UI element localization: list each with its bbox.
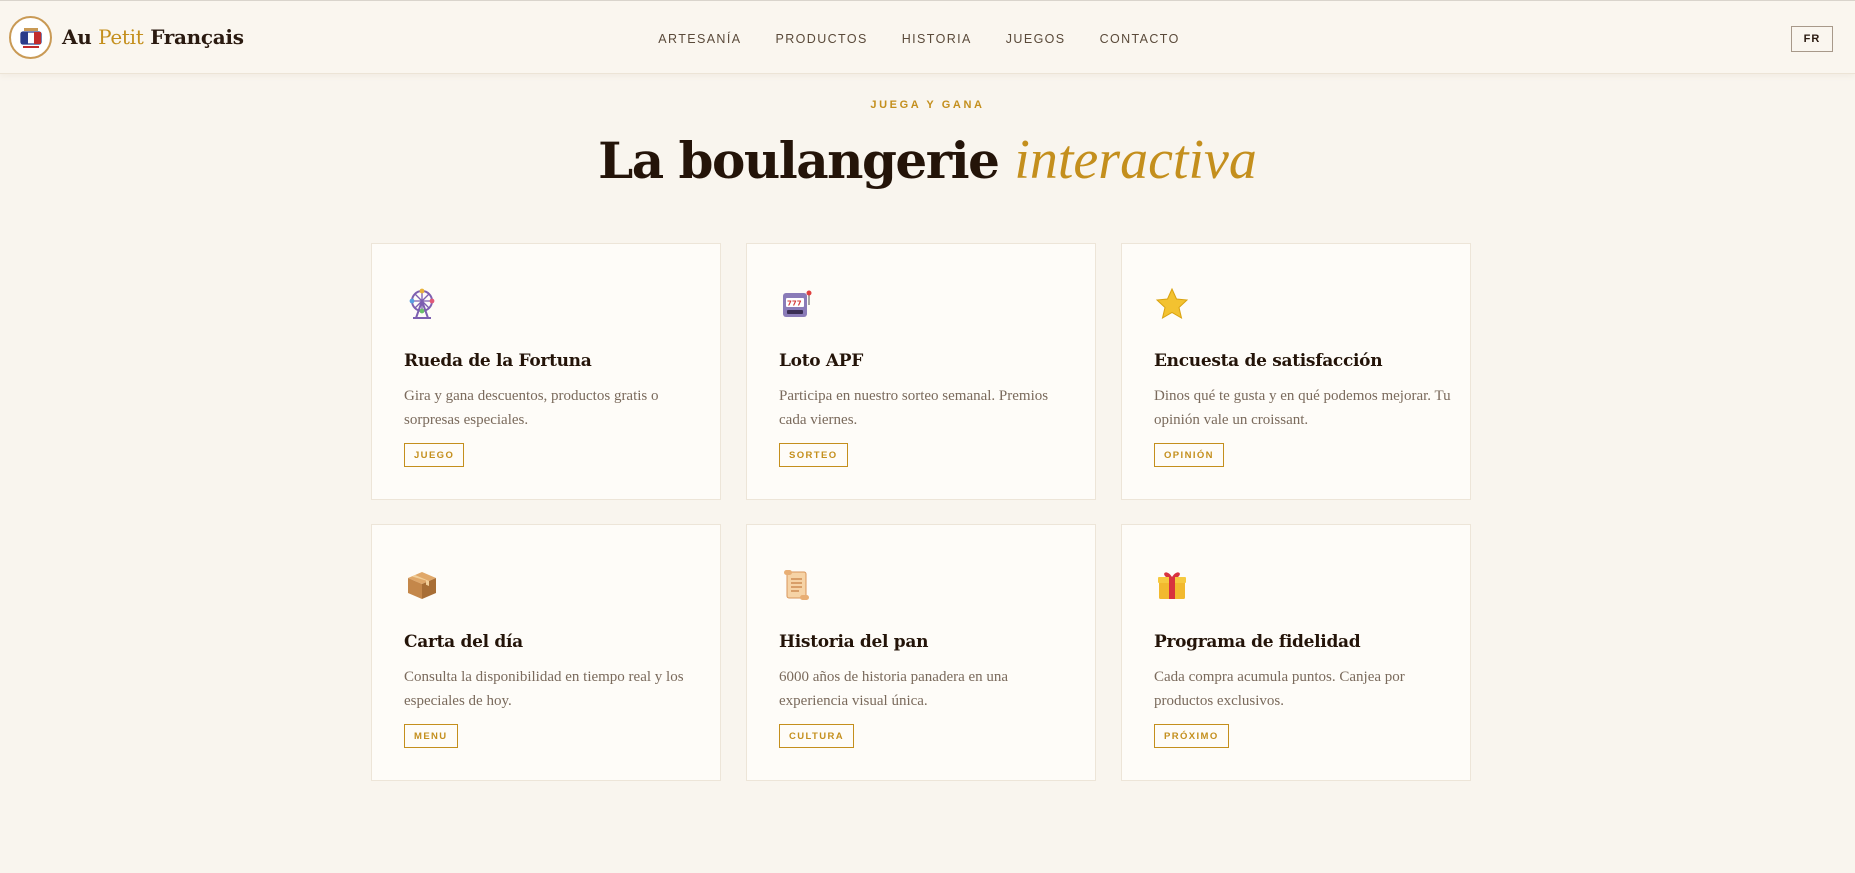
site-header: Au Petit Français ARTESANÍA PRODUCTOS HI… bbox=[0, 0, 1855, 74]
card-title: Historia del pan bbox=[779, 632, 929, 652]
svg-text:777: 777 bbox=[787, 300, 802, 308]
nav-juegos[interactable]: JUEGOS bbox=[1006, 32, 1066, 46]
card-loyalty-program[interactable]: Programa de fidelidad Cada compra acumul… bbox=[1121, 524, 1471, 781]
title-main: La boulangerie bbox=[598, 131, 1000, 190]
games-grid: Rueda de la Fortuna Gira y gana descuent… bbox=[371, 243, 1471, 781]
ferris-wheel-icon bbox=[404, 286, 440, 322]
nav-contacto[interactable]: CONTACTO bbox=[1100, 32, 1180, 46]
card-daily-menu[interactable]: Carta del día Consulta la disponibilidad… bbox=[371, 524, 721, 781]
card-description: Cada compra acumula puntos. Canjea por p… bbox=[1154, 669, 1405, 709]
card-fortune-wheel[interactable]: Rueda de la Fortuna Gira y gana descuent… bbox=[371, 243, 721, 500]
card-description: Gira y gana descuentos, productos gratis… bbox=[404, 388, 659, 428]
box-icon bbox=[404, 567, 440, 603]
slot-machine-icon: 777 bbox=[779, 286, 815, 322]
card-tag-badge[interactable]: OPINIÓN bbox=[1154, 443, 1224, 467]
card-loto[interactable]: 777 Loto APF Participa en nuestro sorteo… bbox=[746, 243, 1096, 500]
main-nav: ARTESANÍA PRODUCTOS HISTORIA JUEGOS CONT… bbox=[0, 32, 1855, 46]
card-tag-badge[interactable]: MENU bbox=[404, 724, 458, 748]
section-title: La boulangerie interactiva bbox=[0, 128, 1855, 192]
card-tag-badge[interactable]: PRÓXIMO bbox=[1154, 724, 1229, 748]
card-description: 6000 años de historia panadera en una ex… bbox=[779, 669, 1009, 709]
card-survey[interactable]: Encuesta de satisfacción Dinos qué te gu… bbox=[1121, 243, 1471, 500]
card-tag-badge[interactable]: CULTURA bbox=[779, 724, 855, 748]
gift-icon bbox=[1154, 567, 1190, 603]
card-bread-history[interactable]: Historia del pan 6000 años de historia p… bbox=[746, 524, 1096, 781]
card-tag-badge[interactable]: JUEGO bbox=[404, 443, 465, 467]
card-tag-badge[interactable]: SORTEO bbox=[779, 443, 848, 467]
card-description: Dinos qué te gusta y en qué podemos mejo… bbox=[1154, 388, 1451, 428]
nav-artesania[interactable]: ARTESANÍA bbox=[658, 32, 741, 46]
card-title: Encuesta de satisfacción bbox=[1154, 351, 1383, 371]
title-accent: interactiva bbox=[1014, 129, 1257, 191]
card-title: Carta del día bbox=[404, 632, 523, 652]
star-icon bbox=[1154, 286, 1190, 322]
nav-historia[interactable]: HISTORIA bbox=[902, 32, 972, 46]
card-title: Programa de fidelidad bbox=[1154, 632, 1361, 652]
card-title: Loto APF bbox=[779, 351, 864, 371]
section-eyebrow: JUEGA Y GANA bbox=[870, 99, 985, 111]
card-description: Consulta la disponibilidad en tiempo rea… bbox=[404, 669, 684, 709]
nav-productos[interactable]: PRODUCTOS bbox=[775, 32, 867, 46]
card-title: Rueda de la Fortuna bbox=[404, 351, 592, 371]
scroll-icon bbox=[779, 567, 815, 603]
card-description: Participa en nuestro sorteo semanal. Pre… bbox=[779, 388, 1049, 428]
language-toggle-button[interactable]: FR bbox=[1791, 26, 1833, 52]
